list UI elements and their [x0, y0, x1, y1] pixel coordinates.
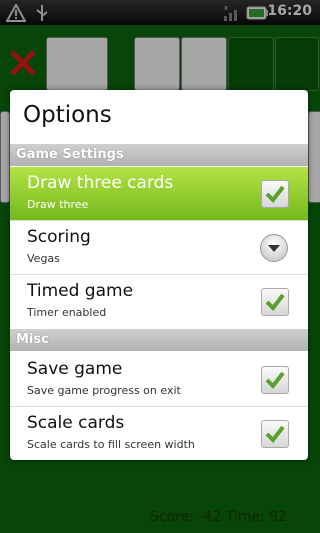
checkbox[interactable] — [261, 420, 289, 448]
option-scale-cards[interactable]: Scale cards Scale cards to fill screen w… — [10, 407, 308, 460]
option-save-game[interactable]: Save game Save game progress on exit — [10, 353, 308, 406]
option-subtitle: Scale cards to fill screen width — [27, 438, 195, 451]
option-title: Draw three cards — [27, 173, 174, 193]
section-label: Game Settings — [16, 147, 124, 162]
checkmark-icon — [265, 425, 285, 444]
option-subtitle: Save game progress on exit — [27, 384, 181, 397]
section-label: Misc — [16, 332, 49, 347]
dialog-title: Options — [23, 102, 112, 128]
dropdown-button[interactable] — [260, 234, 288, 262]
option-title: Scoring — [27, 227, 91, 247]
option-title: Save game — [27, 359, 123, 379]
chevron-down-icon — [268, 245, 280, 252]
option-subtitle: Timer enabled — [27, 306, 107, 319]
checkbox[interactable] — [261, 366, 289, 394]
option-scoring[interactable]: Scoring Vegas — [10, 221, 308, 274]
option-subtitle: Draw three — [27, 198, 89, 211]
section-header-game-settings: Game Settings — [10, 144, 308, 166]
section-header-misc: Misc — [10, 329, 308, 351]
checkbox[interactable] — [261, 288, 289, 316]
checkmark-icon — [265, 185, 285, 204]
checkmark-icon — [265, 371, 285, 390]
option-timed-game[interactable]: Timed game Timer enabled — [10, 275, 308, 328]
option-title: Timed game — [27, 281, 134, 301]
option-draw-three-cards[interactable]: Draw three cards Draw three — [10, 167, 308, 220]
option-subtitle: Vegas — [27, 252, 60, 265]
checkmark-icon — [265, 293, 285, 312]
checkbox[interactable] — [261, 180, 289, 208]
options-dialog: Options Game Settings Draw three cards D… — [10, 90, 308, 460]
option-title: Scale cards — [27, 413, 125, 433]
